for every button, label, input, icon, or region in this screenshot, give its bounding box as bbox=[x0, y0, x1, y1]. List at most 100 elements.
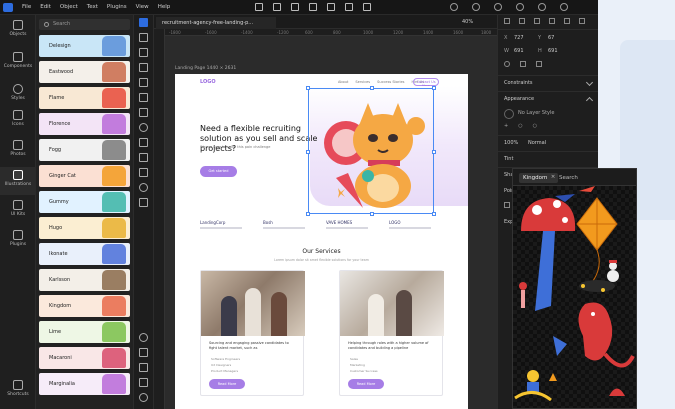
asset-pack-card[interactable]: Ikonate bbox=[39, 243, 130, 265]
comment-tool-icon[interactable] bbox=[139, 333, 148, 342]
tint-header[interactable]: Tint bbox=[504, 156, 513, 162]
pencil-tool-icon[interactable] bbox=[139, 93, 148, 102]
popup-search-input[interactable]: Search bbox=[559, 175, 578, 181]
star-tool-icon[interactable] bbox=[139, 153, 148, 162]
flip-horizontal-icon[interactable] bbox=[520, 61, 526, 67]
blend-mode-select[interactable]: Normal bbox=[528, 140, 546, 146]
nav-styles[interactable]: Styles bbox=[0, 81, 36, 109]
plus-icon[interactable]: + bbox=[504, 123, 508, 129]
align-right-icon[interactable] bbox=[534, 18, 540, 24]
flatten-icon[interactable] bbox=[327, 3, 335, 11]
ellipse-tool-icon[interactable] bbox=[139, 123, 148, 132]
mask-icon[interactable] bbox=[345, 3, 353, 11]
rotate-icon[interactable] bbox=[504, 61, 510, 67]
zoom-level[interactable]: 40% bbox=[462, 19, 473, 25]
image-tool-icon[interactable] bbox=[139, 48, 148, 57]
eyedropper-tool-icon[interactable] bbox=[139, 378, 148, 387]
boolean-exclude-icon[interactable] bbox=[309, 3, 317, 11]
h-field[interactable]: 691 bbox=[548, 48, 558, 54]
asset-pack-card[interactable]: Fogg bbox=[39, 139, 130, 161]
brush-tool-icon[interactable] bbox=[139, 363, 148, 372]
user-icon[interactable] bbox=[472, 3, 480, 11]
close-icon[interactable]: × bbox=[551, 174, 556, 180]
asset-pack-card[interactable]: Flame bbox=[39, 87, 130, 109]
resize-handle[interactable] bbox=[306, 212, 310, 216]
asset-pack-card[interactable]: Macaroni bbox=[39, 347, 130, 369]
chevron-down-icon[interactable] bbox=[585, 78, 594, 87]
align-left-icon[interactable] bbox=[504, 18, 510, 24]
boolean-intersect-icon[interactable] bbox=[291, 3, 299, 11]
nav-icons[interactable]: Icons bbox=[0, 107, 36, 135]
zoom-tool-icon[interactable] bbox=[139, 393, 148, 402]
menu-edit[interactable]: Edit bbox=[40, 4, 51, 10]
polygon-tool-icon[interactable] bbox=[139, 168, 148, 177]
app-logo[interactable] bbox=[3, 3, 13, 12]
resize-handle[interactable] bbox=[370, 212, 374, 216]
detach-icon[interactable]: ○ bbox=[533, 123, 537, 129]
asset-pack-card[interactable]: Lime bbox=[39, 321, 130, 343]
resize-handle[interactable] bbox=[306, 150, 310, 154]
chevron-up-icon[interactable] bbox=[585, 96, 594, 105]
asset-pack-card[interactable]: Eastwood bbox=[39, 61, 130, 83]
align-middle-icon[interactable] bbox=[564, 18, 570, 24]
asset-pack-card[interactable]: Marginalia bbox=[39, 373, 130, 395]
play-icon[interactable] bbox=[516, 3, 524, 11]
align-bottom-icon[interactable] bbox=[579, 18, 585, 24]
align-top-icon[interactable] bbox=[549, 18, 555, 24]
pointer-tool-icon[interactable] bbox=[139, 18, 148, 27]
document-tab[interactable]: recruitment-agency-free-landing-p... bbox=[156, 17, 276, 29]
asset-pack-card[interactable]: Gummy bbox=[39, 191, 130, 213]
hotspot-tool-icon[interactable] bbox=[139, 183, 148, 192]
sync-icon[interactable]: ○ bbox=[518, 123, 522, 129]
menu-plugins[interactable]: Plugins bbox=[107, 4, 127, 10]
y-field[interactable]: 67 bbox=[548, 35, 554, 41]
checkbox[interactable] bbox=[504, 202, 510, 208]
resize-handle[interactable] bbox=[306, 86, 310, 90]
triangle-tool-icon[interactable] bbox=[139, 138, 148, 147]
appearance-header[interactable]: Appearance bbox=[504, 96, 534, 102]
menu-object[interactable]: Object bbox=[60, 4, 78, 10]
selection-box[interactable] bbox=[306, 86, 436, 216]
w-field[interactable]: 691 bbox=[514, 48, 524, 54]
x-field[interactable]: 727 bbox=[514, 35, 524, 41]
share-icon[interactable] bbox=[538, 3, 546, 11]
comment-icon[interactable] bbox=[494, 3, 502, 11]
nav-ui-kits[interactable]: UI Kits bbox=[0, 197, 36, 225]
asset-pack-card[interactable]: Hugo bbox=[39, 217, 130, 239]
resize-handle[interactable] bbox=[432, 212, 436, 216]
align-center-icon[interactable] bbox=[519, 18, 525, 24]
asset-search[interactable]: Search bbox=[39, 19, 130, 30]
pen-tool-icon[interactable] bbox=[139, 78, 148, 87]
canvas[interactable]: Landing Page 1440 × 2631 LOGO About Serv… bbox=[165, 36, 497, 409]
nav-illustrations[interactable]: Illustrations bbox=[0, 167, 36, 195]
pixel-icon[interactable] bbox=[363, 3, 371, 11]
filter-chip[interactable]: Kingdom × bbox=[519, 173, 559, 183]
rectangle-tool-icon[interactable] bbox=[139, 108, 148, 117]
boolean-subtract-icon[interactable] bbox=[273, 3, 281, 11]
component-tool-icon[interactable] bbox=[139, 198, 148, 207]
text-tool-icon[interactable] bbox=[139, 63, 148, 72]
asset-pack-card[interactable]: Florence bbox=[39, 113, 130, 135]
nav-components[interactable]: Components bbox=[0, 49, 36, 77]
cloud-icon[interactable] bbox=[450, 3, 458, 11]
boolean-union-icon[interactable] bbox=[255, 3, 263, 11]
frame-tool-icon[interactable] bbox=[139, 33, 148, 42]
nav-objects[interactable]: Objects bbox=[0, 17, 36, 45]
nav-photos[interactable]: Photos bbox=[0, 137, 36, 165]
resize-handle[interactable] bbox=[432, 86, 436, 90]
resize-handle[interactable] bbox=[370, 86, 374, 90]
menu-file[interactable]: File bbox=[22, 4, 31, 10]
asset-pack-card[interactable]: Kingdom bbox=[39, 295, 130, 317]
layer-style-select[interactable]: No Layer Style bbox=[518, 110, 554, 116]
opacity-field[interactable]: 100% bbox=[504, 140, 518, 146]
menu-text[interactable]: Text bbox=[87, 4, 98, 10]
asset-pack-card[interactable]: Karlsson bbox=[39, 269, 130, 291]
menu-view[interactable]: View bbox=[136, 4, 149, 10]
artboard-label[interactable]: Landing Page 1440 × 2631 bbox=[175, 66, 236, 71]
flip-vertical-icon[interactable] bbox=[536, 61, 542, 67]
resize-handle[interactable] bbox=[432, 150, 436, 154]
crop-tool-icon[interactable] bbox=[139, 348, 148, 357]
window-controls[interactable] bbox=[560, 3, 568, 11]
nav-plugins[interactable]: Plugins bbox=[0, 227, 36, 255]
nav-shortcuts[interactable]: Shortcuts bbox=[0, 377, 36, 405]
